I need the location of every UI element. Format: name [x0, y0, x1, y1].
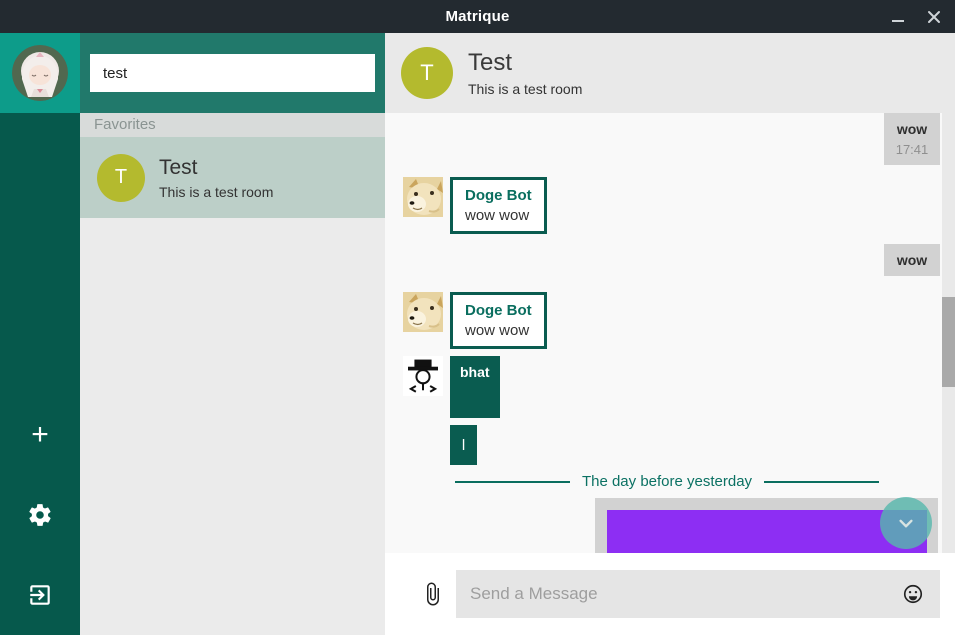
user-avatar-image: [12, 45, 68, 101]
message-bubble-own: bhat: [450, 356, 500, 418]
search-band: [80, 33, 385, 113]
message-bubble-incoming: Doge Bot wow wow: [450, 177, 547, 234]
attach-file-button[interactable]: [418, 576, 448, 612]
emoji-button[interactable]: [900, 581, 926, 607]
doge-avatar-image: [403, 177, 443, 217]
message-text: wow: [894, 252, 930, 268]
message-sender: Doge Bot: [465, 302, 532, 319]
message-sender: bhat: [460, 364, 490, 380]
titlebar: Matrique: [0, 0, 955, 33]
scroll-to-bottom-button[interactable]: [880, 497, 932, 549]
window-title: Matrique: [445, 8, 509, 25]
chat-room-topic: This is a test room: [468, 81, 582, 97]
bhat-avatar-image: [403, 356, 443, 396]
emoji-smiley-icon: [902, 583, 924, 605]
message-bubble-own-right: wow 17:41: [884, 113, 940, 165]
chat-header-texts: Test This is a test room: [468, 49, 582, 97]
room-name: Test: [159, 156, 273, 180]
exit-icon: [27, 582, 53, 608]
message-bubble-own-right: wow: [884, 244, 940, 276]
plus-icon: +: [31, 420, 49, 450]
paperclip-icon: [421, 578, 445, 610]
search-input[interactable]: [90, 54, 375, 92]
left-rail: +: [0, 33, 80, 635]
window-controls: [887, 0, 945, 33]
room-list-panel: Favorites T Test This is a test room: [80, 33, 385, 635]
message-timestamp: 17:41: [894, 142, 930, 157]
close-button[interactable]: [923, 6, 945, 28]
message-sender: Doge Bot: [465, 187, 532, 204]
message-timeline: wow 17:41: [385, 113, 955, 553]
minimize-icon: [892, 20, 904, 22]
app-window: Matrique: [0, 0, 955, 635]
room-list-item-test[interactable]: T Test This is a test room: [80, 137, 385, 218]
chat-room-avatar: T: [401, 47, 453, 99]
message-input[interactable]: [470, 584, 900, 604]
message-text: wow wow: [465, 322, 532, 339]
chat-panel: T Test This is a test room wow 17:41: [385, 33, 955, 635]
date-divider: The day before yesterday: [455, 473, 879, 490]
chevron-down-icon: [893, 510, 919, 536]
room-avatar: T: [97, 154, 145, 202]
user-avatar: [12, 45, 68, 101]
bhat-avatar: [403, 356, 443, 396]
message-text: l: [462, 437, 465, 454]
close-icon: [927, 10, 941, 24]
message-row: Doge Bot wow wow: [403, 292, 547, 349]
settings-button[interactable]: [0, 491, 80, 539]
scrollbar-thumb[interactable]: [942, 297, 955, 387]
doge-bot-avatar: [403, 292, 443, 332]
minimize-button[interactable]: [887, 6, 909, 28]
doge-avatar-image: [403, 292, 443, 332]
message-composer: [385, 553, 955, 635]
room-topic: This is a test room: [159, 184, 273, 200]
logout-button[interactable]: [0, 571, 80, 619]
doge-bot-avatar: [403, 177, 443, 217]
user-avatar-box[interactable]: [0, 33, 80, 113]
scrollbar-track[interactable]: [942, 113, 955, 553]
message-text: wow: [894, 121, 930, 137]
message-row: Doge Bot wow wow: [403, 177, 547, 234]
message-text: wow wow: [465, 207, 532, 224]
image-attachment[interactable]: [607, 510, 927, 553]
divider-line: [764, 481, 879, 483]
chat-header: T Test This is a test room: [385, 33, 955, 113]
composer-field[interactable]: [456, 570, 940, 618]
message-bubble-incoming: Doge Bot wow wow: [450, 292, 547, 349]
date-divider-label: The day before yesterday: [582, 473, 752, 490]
divider-line: [455, 481, 570, 483]
chat-room-name: Test: [468, 49, 582, 77]
message-row: bhat: [403, 356, 500, 418]
favorites-section-header: Favorites: [80, 113, 385, 137]
add-room-button[interactable]: +: [0, 411, 80, 459]
message-bubble-own: l: [450, 425, 477, 465]
room-texts: Test This is a test room: [159, 156, 273, 200]
gear-icon: [27, 502, 53, 528]
